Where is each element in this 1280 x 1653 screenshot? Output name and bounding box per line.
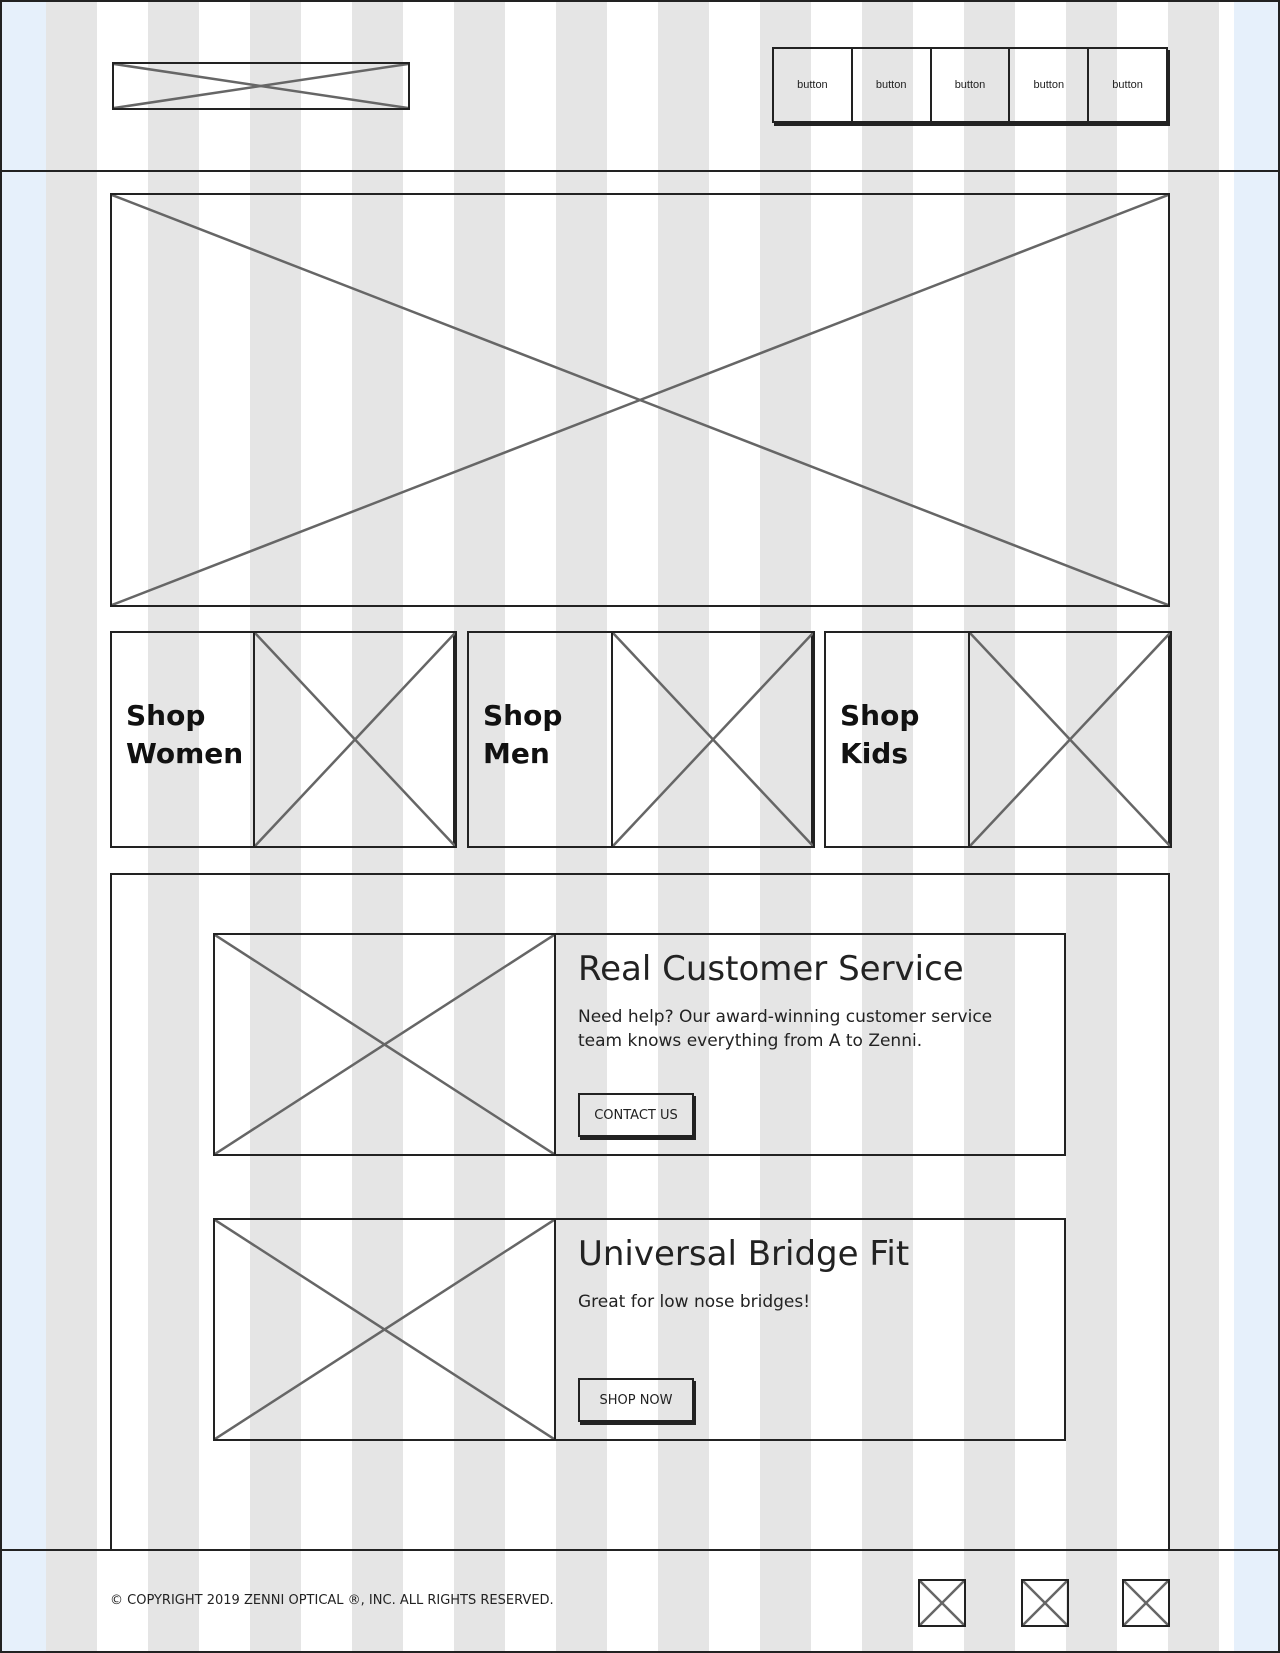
feature-1-image-placeholder[interactable] [213,933,556,1156]
nav-button-5[interactable]: button [1089,49,1166,121]
shop-women-label: Shop Women [126,699,244,770]
header: button button button button button [0,0,1280,172]
feature-2-title: Universal Bridge Fit [578,1234,910,1274]
contact-us-button[interactable]: CONTACT US [578,1093,694,1137]
shop-men-card[interactable]: Shop Men [467,631,815,848]
nav-button-4[interactable]: button [1010,49,1090,121]
social-icon-1[interactable] [918,1579,966,1627]
social-icon-3[interactable] [1122,1579,1170,1627]
feature-2-content: Universal Bridge Fit Great for low nose … [554,1218,1066,1441]
hero-image-placeholder[interactable] [110,193,1170,607]
nav-button-1[interactable]: button [774,49,853,121]
feature-1-text: Need help? Our award-winning customer se… [578,1007,993,1051]
logo-placeholder[interactable] [112,62,410,110]
nav-button-3[interactable]: button [932,49,1011,121]
shop-women-image-placeholder [253,631,457,848]
shop-kids-label: Shop Kids [840,699,920,770]
feature-2-image-placeholder[interactable] [213,1218,556,1441]
shop-now-button[interactable]: SHOP NOW [578,1378,694,1422]
shop-men-label: Shop Men [483,699,563,770]
shop-kids-image-placeholder [968,631,1172,848]
nav-button-2[interactable]: button [853,49,932,121]
copyright-text: © COPYRIGHT 2019 ZENNI OPTICAL ®, INC. A… [110,1593,554,1608]
nav-button-group: button button button button button [772,47,1168,123]
shop-men-image-placeholder [611,631,815,848]
feature-1-title: Real Customer Service [578,949,964,989]
feature-1-content: Real Customer Service Need help? Our awa… [554,933,1066,1156]
shop-women-card[interactable]: Shop Women [110,631,457,848]
feature-2-text: Great for low nose bridges! [578,1292,811,1312]
shop-kids-card[interactable]: Shop Kids [824,631,1172,848]
social-icon-2[interactable] [1021,1579,1069,1627]
